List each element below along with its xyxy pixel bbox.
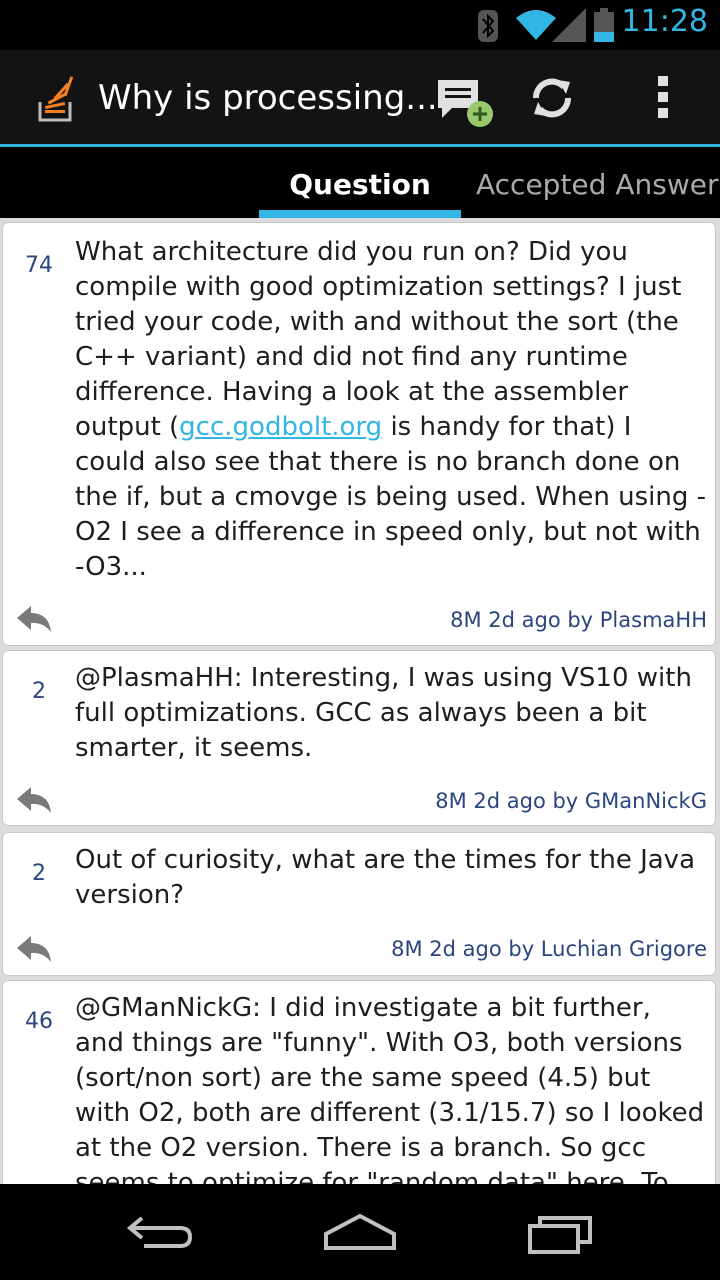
home-icon[interactable] [322, 1212, 398, 1252]
comment-card: 74 What architecture did you run on? Did… [2, 222, 716, 646]
battery-icon [594, 8, 614, 42]
comment-card: 46 @GManNickG: I did investigate a bit f… [2, 980, 716, 1184]
tab-accepted-answer[interactable]: Accepted Answer [476, 147, 720, 218]
comment-meta: 8M 2d ago by PlasmaHH [450, 608, 707, 632]
comment-score: 2 [32, 679, 46, 704]
comment-text: Out of curiosity, what are the times for… [75, 845, 696, 910]
bluetooth-icon [478, 10, 498, 42]
comment-meta: 8M 2d ago by GManNickG [435, 789, 707, 813]
comment-card: 2 Out of curiosity, what are the times f… [2, 832, 716, 976]
page-title: Why is processing... [98, 78, 438, 118]
tab-accepted-answer-label: Accepted Answer [476, 168, 719, 201]
tab-question-label: Question [289, 168, 431, 201]
tab-question[interactable]: Question [259, 147, 461, 218]
tab-selected-indicator [259, 210, 461, 218]
comment-score: 2 [32, 861, 46, 886]
comment-score: 74 [25, 253, 53, 278]
status-bar: 11:28 [0, 0, 720, 50]
recent-apps-icon[interactable] [526, 1212, 596, 1254]
refresh-icon[interactable] [528, 74, 576, 122]
overflow-menu-icon[interactable] [654, 74, 674, 120]
comment-text: @PlasmaHH: Interesting, I was using VS10… [75, 663, 692, 763]
comment-list[interactable]: 74 What architecture did you run on? Did… [0, 218, 720, 1184]
action-bar: Why is processing... [0, 50, 720, 147]
comment-meta: 8M 2d ago by Luchian Grigore [391, 937, 707, 961]
navigation-bar [0, 1184, 720, 1280]
back-icon[interactable] [124, 1212, 194, 1252]
compose-comment-icon[interactable] [436, 76, 496, 130]
comment-score: 46 [25, 1009, 53, 1034]
reply-icon[interactable] [15, 785, 53, 815]
comment-link[interactable]: gcc.godbolt.org [179, 412, 382, 442]
comment-card: 2 @PlasmaHH: Interesting, I was using VS… [2, 650, 716, 826]
comment-text: @GManNickG: I did investigate a bit furt… [75, 993, 705, 1184]
reply-icon[interactable] [15, 604, 53, 634]
signal-icon [552, 8, 586, 42]
comment-text: What architecture did you run on? Did yo… [75, 235, 707, 585]
reply-icon[interactable] [15, 934, 53, 964]
stackoverflow-logo-icon[interactable] [36, 72, 78, 124]
wifi-icon [516, 10, 556, 40]
tab-bar: Question Accepted Answer [0, 147, 720, 218]
clock: 11:28 [621, 4, 708, 39]
